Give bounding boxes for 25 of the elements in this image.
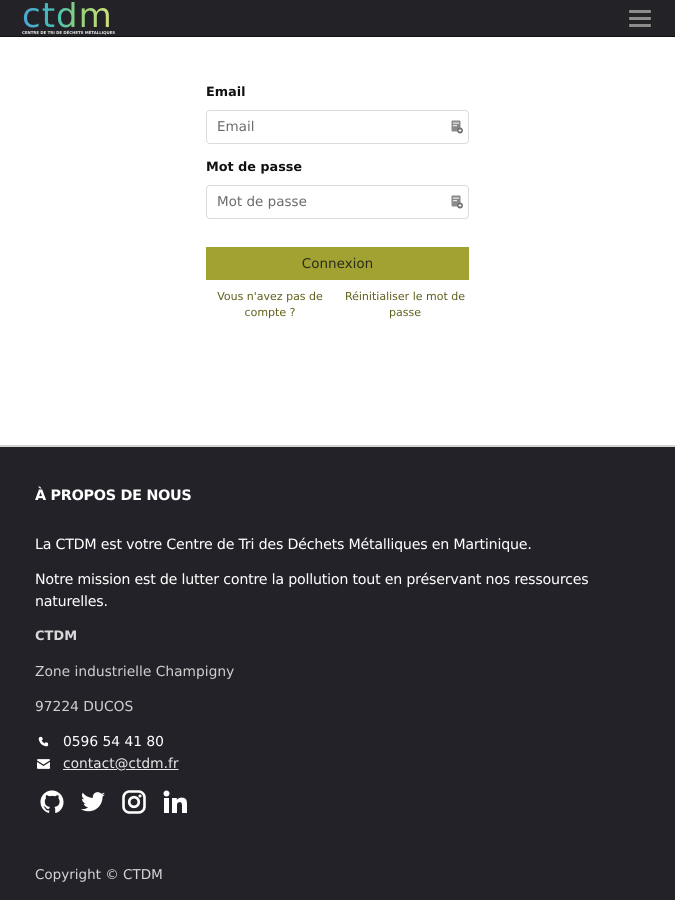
email-link[interactable]: contact@ctdm.fr <box>63 755 179 773</box>
phone-number: 0596 54 41 80 <box>63 733 164 751</box>
bird-icon[interactable] <box>81 790 105 814</box>
copyright-text: Copyright © CTDM <box>35 866 163 885</box>
form-link[interactable]: Vous n'avez pas de compte ? <box>206 289 334 321</box>
card-icon[interactable] <box>451 120 463 134</box>
camera-icon[interactable] <box>122 790 146 814</box>
about-paragraph: Notre mission est de lutter contre la pollution tout en préservant nos ressources naturelles. <box>35 571 590 612</box>
login-button[interactable]: Connexion <box>206 247 469 280</box>
card-icon[interactable] <box>451 195 463 209</box>
input-field[interactable]: Email <box>206 110 469 144</box>
field-label: Mot de passe <box>206 160 304 176</box>
address-line: Zone industrielle Champigny <box>35 663 234 682</box>
menu-icon[interactable] <box>629 10 651 26</box>
github-icon[interactable] <box>40 790 64 814</box>
footer-heading: À PROPOS DE NOUS <box>35 487 192 505</box>
field-label: Email <box>206 85 246 101</box>
linkedin-icon[interactable] <box>163 790 187 814</box>
phone-icon <box>37 736 50 748</box>
company-name: CTDM <box>35 628 78 646</box>
input-field[interactable]: Mot de passe <box>206 185 469 219</box>
form-link[interactable]: Réinitialiser le mot de passe <box>341 289 469 321</box>
address-line: 97224 DUCOS <box>35 698 134 717</box>
envelope-icon <box>37 758 50 770</box>
about-paragraph: La CTDM est votre Centre de Tri des Déchets Métalliques en Martinique. <box>35 536 532 555</box>
